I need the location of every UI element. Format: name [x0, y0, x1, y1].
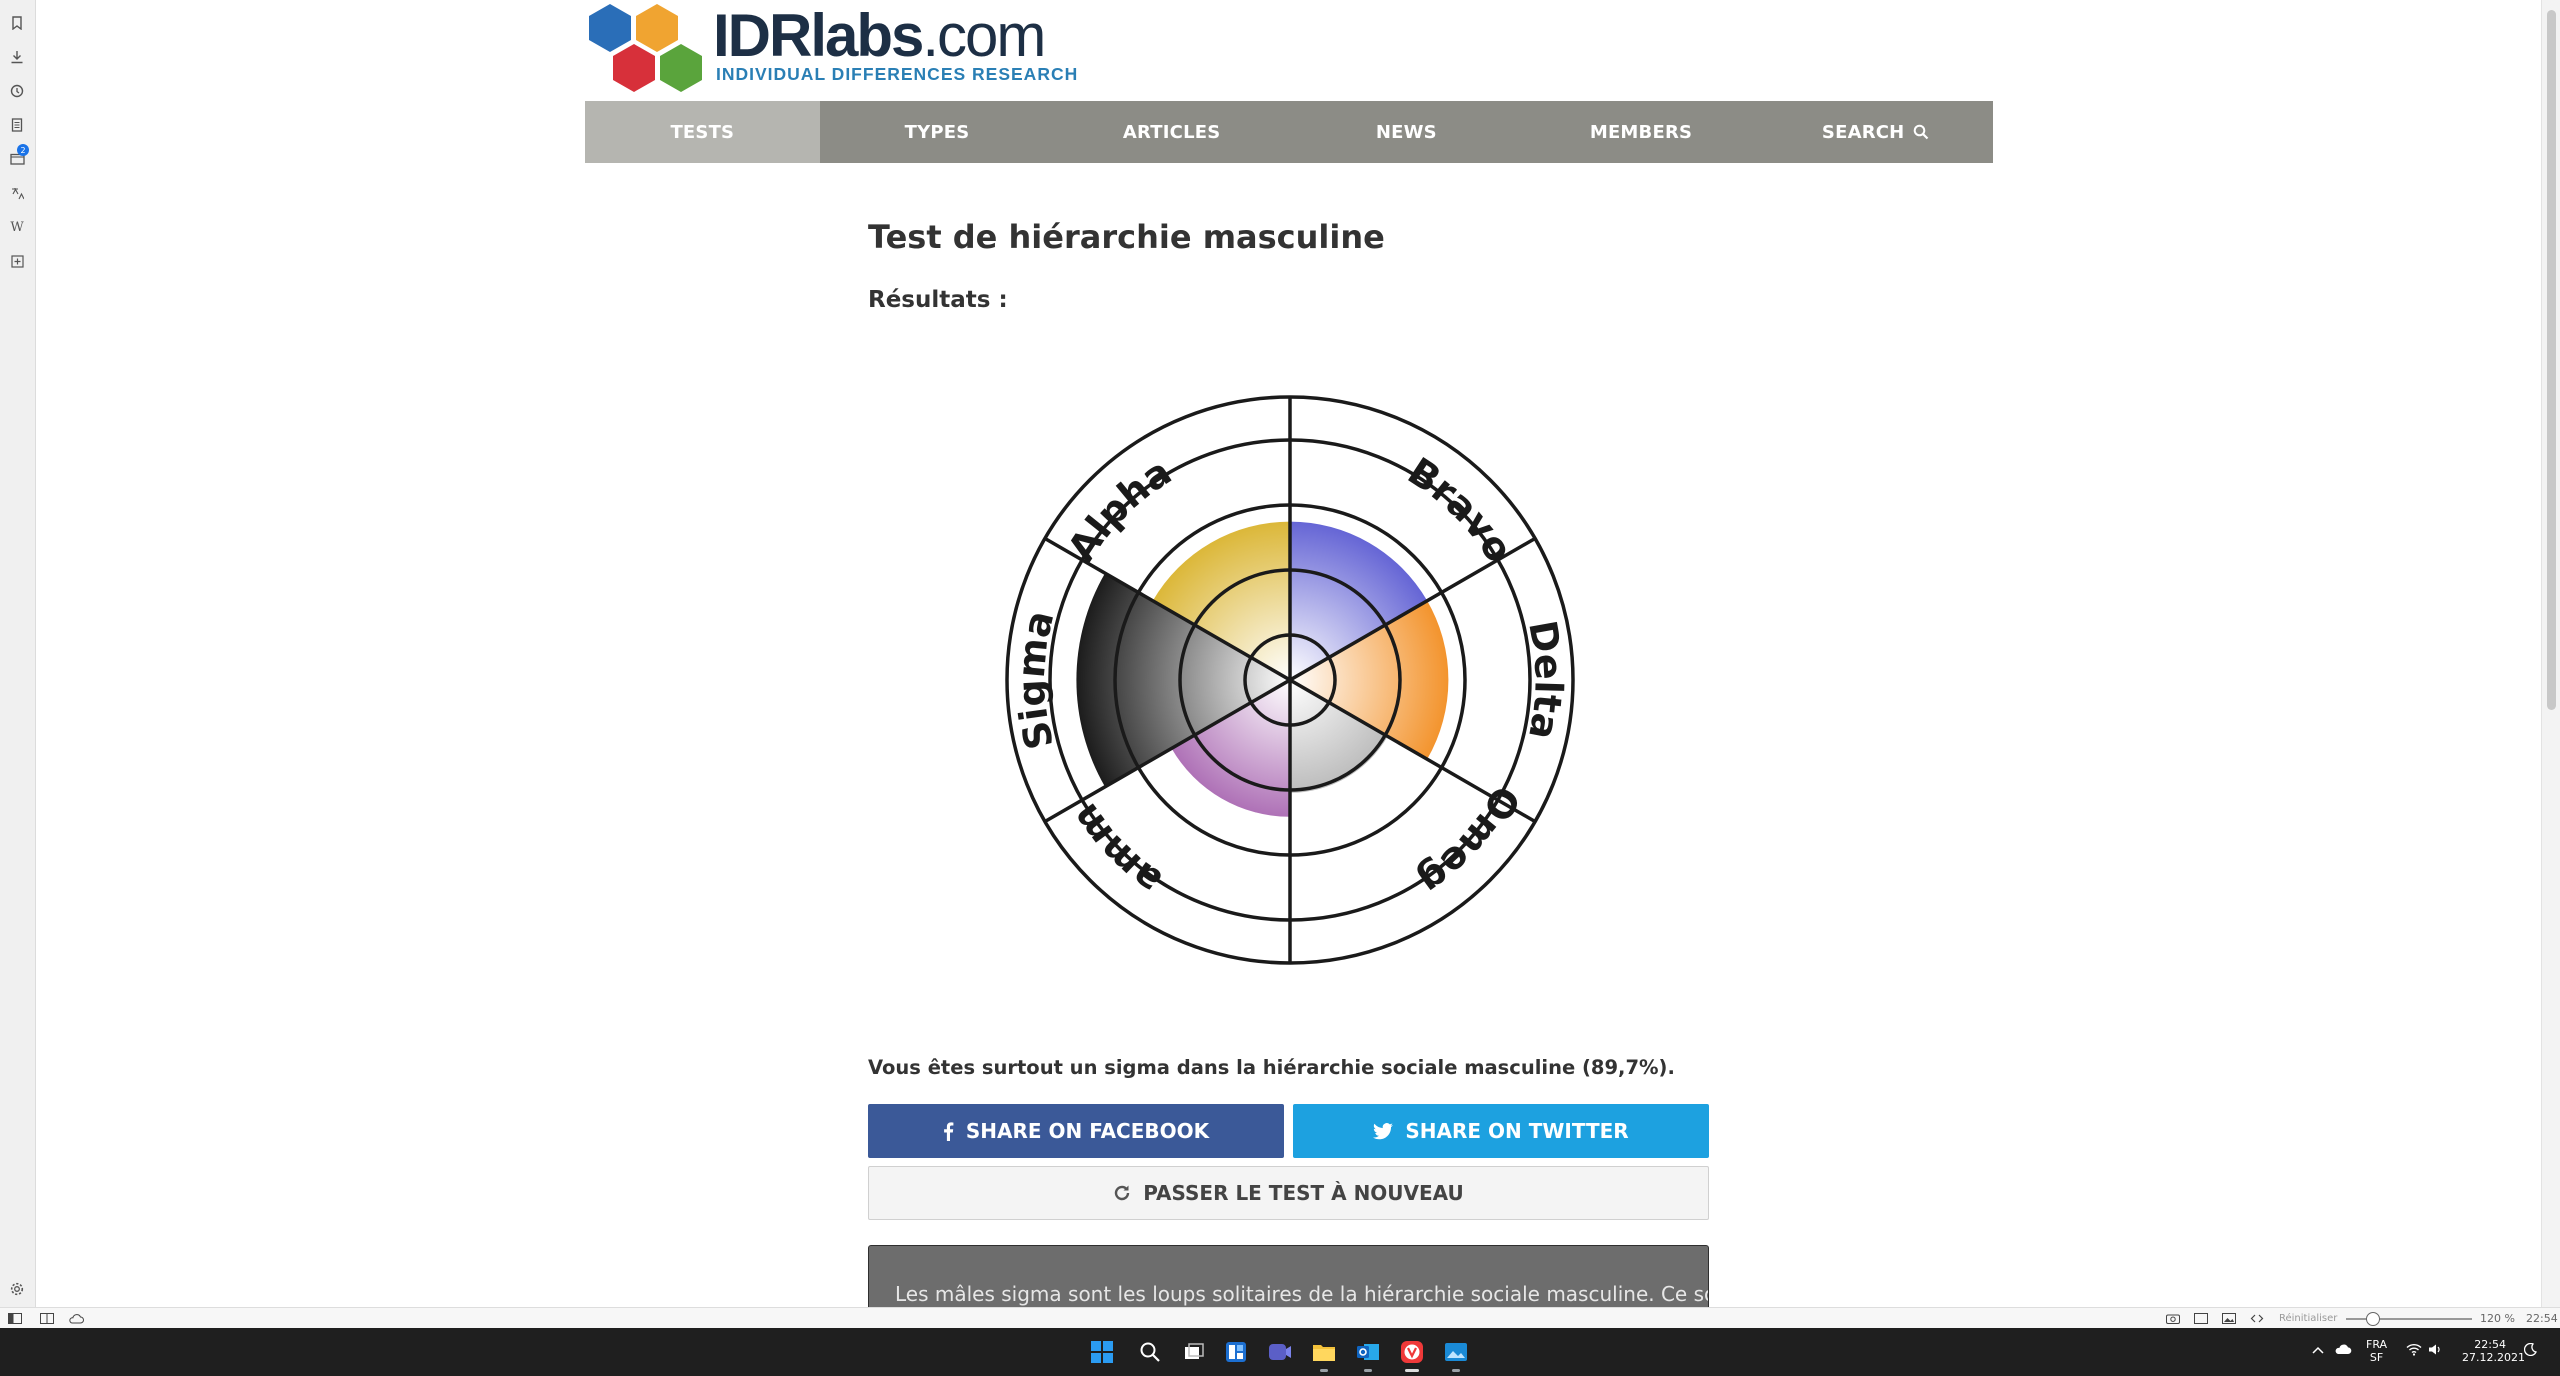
history-icon[interactable] — [6, 80, 28, 102]
running-indicator — [1452, 1369, 1460, 1372]
nav-search[interactable]: SEARCH — [1758, 101, 1993, 163]
running-indicator — [1364, 1369, 1372, 1372]
share-twitter-label: SHARE ON TWITTER — [1405, 1119, 1629, 1143]
taskbar-search-icon[interactable] — [1136, 1338, 1164, 1366]
nav-articles-label: ARTICLES — [1122, 121, 1221, 143]
nav-news[interactable]: NEWS — [1289, 101, 1524, 163]
results-heading: Résultats : — [868, 287, 1008, 313]
result-description-box: Les mâles sigma sont les loups solitaire… — [868, 1245, 1709, 1307]
result-wheel-chart: BravoDeltaOmegaGammaSigmaAlpha — [940, 360, 1575, 965]
zoom-slider-thumb[interactable] — [2366, 1312, 2380, 1326]
onedrive-icon[interactable] — [2334, 1343, 2352, 1358]
page-title: Test de hiérarchie masculine — [868, 218, 1385, 256]
zoom-reset-label[interactable]: Réinitialiser — [2279, 1312, 2337, 1325]
twitter-icon — [1373, 1122, 1394, 1140]
retake-test-button[interactable]: PASSER LE TEST À NOUVEAU — [868, 1166, 1709, 1220]
panel-toggle-icon[interactable] — [8, 1312, 22, 1325]
sync-cloud-icon[interactable] — [68, 1312, 84, 1325]
facebook-icon — [943, 1121, 954, 1141]
scrollbar-thumb[interactable] — [2547, 10, 2556, 710]
zoom-level: 120 % — [2480, 1312, 2515, 1325]
settings-icon[interactable] — [6, 1278, 28, 1300]
nav-search-label: SEARCH — [1821, 121, 1905, 143]
volume-icon[interactable] — [2428, 1343, 2442, 1359]
logo-wordmark: IDRlabs.com — [713, 2, 1046, 69]
keyboard-language[interactable]: FRA SF — [2366, 1338, 2387, 1364]
code-icon[interactable] — [2250, 1312, 2264, 1325]
nav-articles[interactable]: ARTICLES — [1054, 101, 1289, 163]
share-facebook-button[interactable]: SHARE ON FACEBOOK — [868, 1104, 1284, 1158]
wifi-icon[interactable] — [2406, 1343, 2422, 1359]
nav-members[interactable]: MEMBERS — [1524, 101, 1759, 163]
nav-tests[interactable]: TESTS — [585, 101, 820, 163]
teams-chat-icon[interactable] — [1266, 1338, 1294, 1366]
notifications-moon-icon[interactable] — [2523, 1342, 2537, 1359]
nav-tests-label: TESTS — [670, 121, 735, 143]
active-indicator — [1405, 1369, 1419, 1372]
tray-overflow-chevron-icon[interactable] — [2312, 1344, 2324, 1357]
logo-hexagons-icon — [589, 4, 702, 92]
page-scrollbar[interactable] — [2541, 0, 2560, 1307]
language-code: FRA — [2366, 1338, 2388, 1351]
notes-icon[interactable] — [6, 114, 28, 136]
start-windows-icon[interactable] — [1088, 1338, 1116, 1366]
label-sigma: Sigma — [1009, 606, 1063, 753]
widgets-icon[interactable] — [1222, 1338, 1250, 1366]
images-icon[interactable] — [2222, 1312, 2236, 1325]
language-layout: SF — [2369, 1351, 2384, 1364]
taskbar-clock[interactable]: 22:54 27.12.2021 — [2462, 1338, 2525, 1364]
capture-icon[interactable] — [2166, 1312, 2180, 1325]
outlook-icon[interactable] — [1354, 1338, 1382, 1372]
share-facebook-label: SHARE ON FACEBOOK — [965, 1119, 1210, 1143]
window-icon[interactable] — [2194, 1312, 2208, 1325]
file-explorer-icon[interactable] — [1310, 1338, 1338, 1372]
result-description-text: Les mâles sigma sont les loups solitaire… — [895, 1282, 1709, 1306]
status-clock: 22:54 — [2526, 1312, 2558, 1325]
result-summary: Vous êtes surtout un sigma dans la hiéra… — [868, 1056, 1675, 1079]
task-view-icon[interactable] — [1180, 1338, 1208, 1366]
browser-status-bar: Réinitialiser 120 % 22:54 — [0, 1307, 2560, 1328]
logo-tagline: INDIVIDUAL DIFFERENCES RESEARCH — [716, 64, 1079, 84]
label-alpha: Alpha — [1059, 449, 1179, 569]
site-logo[interactable]: IDRlabs.com INDIVIDUAL DIFFERENCES RESEA… — [583, 0, 1083, 98]
bookmark-icon[interactable] — [6, 12, 28, 34]
nav-news-label: NEWS — [1375, 121, 1437, 143]
windows-taskbar: FRA SF 22:54 27.12.2021 — [0, 1328, 2560, 1376]
nav-members-label: MEMBERS — [1589, 121, 1693, 143]
mail-icon[interactable]: 2 — [6, 144, 29, 170]
refresh-icon — [1113, 1184, 1131, 1202]
browser-side-panel: 2 W — [0, 0, 36, 1307]
label-delta: Delta — [1520, 617, 1571, 743]
share-twitter-button[interactable]: SHARE ON TWITTER — [1293, 1104, 1709, 1158]
nav-types-label: TYPES — [904, 121, 970, 143]
search-icon — [1914, 124, 1929, 140]
nav-types[interactable]: TYPES — [820, 101, 1055, 163]
download-icon[interactable] — [6, 46, 28, 68]
taskbar-date: 27.12.2021 — [2462, 1351, 2525, 1364]
tab-tiling-icon[interactable] — [40, 1312, 54, 1325]
wikipedia-icon[interactable]: W — [6, 216, 28, 238]
mail-badge: 2 — [17, 144, 29, 156]
taskbar-time: 22:54 — [2474, 1338, 2506, 1351]
label-bravo: Bravo — [1400, 449, 1521, 570]
add-panel-icon[interactable] — [6, 250, 28, 272]
photos-icon[interactable] — [1442, 1338, 1470, 1372]
translate-icon[interactable] — [6, 182, 28, 204]
zoom-slider[interactable] — [2346, 1318, 2472, 1320]
retake-test-label: PASSER LE TEST À NOUVEAU — [1143, 1181, 1464, 1205]
main-navigation: TESTS TYPES ARTICLES NEWS MEMBERS SEARCH — [585, 101, 1993, 163]
vivaldi-icon[interactable] — [1398, 1338, 1426, 1372]
running-indicator — [1320, 1369, 1328, 1372]
